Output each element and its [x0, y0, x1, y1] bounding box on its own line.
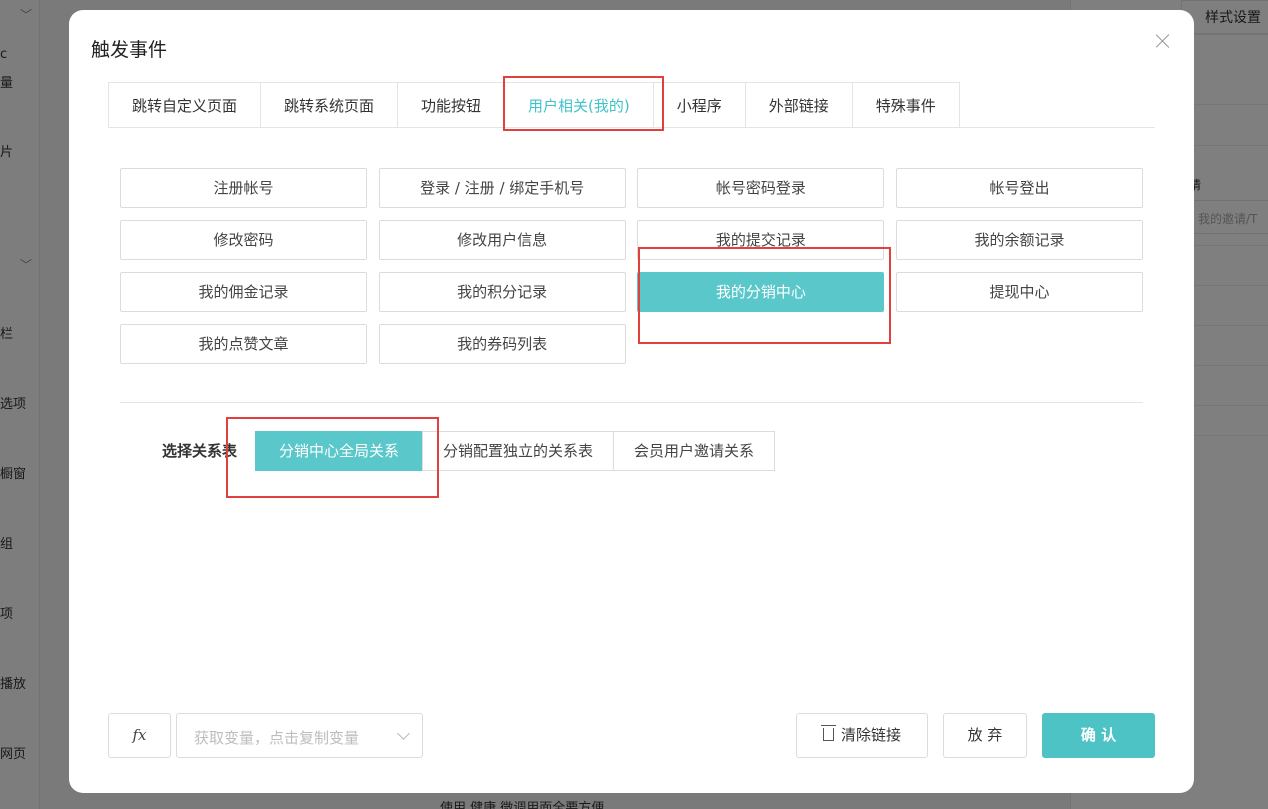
- user-action-options: 注册帐号 登录 / 注册 / 绑定手机号 帐号密码登录 帐号登出 修改密码 修改…: [120, 168, 1144, 364]
- option-my-submissions[interactable]: 我的提交记录: [637, 220, 885, 260]
- trash-icon: [820, 725, 836, 741]
- tab-function-button[interactable]: 功能按钮: [397, 82, 505, 128]
- option-edit-user-info[interactable]: 修改用户信息: [378, 220, 626, 260]
- variable-select-placeholder: 获取变量，点击复制变量: [194, 729, 360, 747]
- option-my-balance[interactable]: 我的余额记录: [896, 220, 1144, 260]
- variable-select[interactable]: 获取变量，点击复制变量: [176, 713, 423, 758]
- tabs-divider: [108, 127, 1155, 128]
- option-withdraw-center[interactable]: 提现中心: [896, 272, 1144, 312]
- dialog-title: 触发事件: [91, 39, 168, 61]
- option-change-password[interactable]: 修改密码: [120, 220, 367, 260]
- relation-independent-button[interactable]: 分销配置独立的关系表: [422, 431, 614, 471]
- option-register[interactable]: 注册帐号: [120, 168, 367, 208]
- chevron-down-icon: [397, 727, 410, 740]
- option-my-liked-articles[interactable]: 我的点赞文章: [120, 324, 367, 364]
- option-my-distribution-center[interactable]: 我的分销中心: [637, 272, 885, 312]
- cancel-button[interactable]: 放 弃: [943, 713, 1027, 758]
- option-login-register-bind-phone[interactable]: 登录 / 注册 / 绑定手机号: [378, 168, 626, 208]
- event-type-tabs: 跳转自定义页面 跳转系统页面 功能按钮 用户相关(我的) 小程序 外部链接 特殊…: [108, 82, 960, 128]
- clear-link-button[interactable]: 清除链接: [796, 713, 928, 758]
- relation-member-invite-button[interactable]: 会员用户邀请关系: [613, 431, 776, 471]
- option-my-commission[interactable]: 我的佣金记录: [120, 272, 367, 312]
- relation-global-button[interactable]: 分销中心全局关系: [255, 431, 423, 471]
- section-divider: [120, 402, 1143, 403]
- option-logout[interactable]: 帐号登出: [896, 168, 1144, 208]
- option-my-coupon-codes[interactable]: 我的券码列表: [378, 324, 626, 364]
- trigger-event-dialog: 触发事件 跳转自定义页面 跳转系统页面 功能按钮 用户相关(我的) 小程序 外部…: [69, 10, 1194, 793]
- clear-link-label: 清除链接: [840, 726, 901, 744]
- relation-table-label: 选择关系表: [162, 442, 238, 460]
- confirm-button[interactable]: 确 认: [1042, 713, 1155, 758]
- tab-external-link[interactable]: 外部链接: [744, 82, 852, 128]
- formula-button[interactable]: fx: [108, 713, 171, 758]
- relation-table-selector: 分销中心全局关系 分销配置独立的关系表 会员用户邀请关系: [255, 431, 776, 471]
- tab-custom-page[interactable]: 跳转自定义页面: [108, 82, 261, 128]
- option-my-points[interactable]: 我的积分记录: [378, 272, 626, 312]
- tab-mini-program[interactable]: 小程序: [652, 82, 745, 128]
- tab-system-page[interactable]: 跳转系统页面: [260, 82, 398, 128]
- option-password-login[interactable]: 帐号密码登录: [637, 168, 885, 208]
- tab-special-event[interactable]: 特殊事件: [851, 82, 960, 128]
- tab-user-related[interactable]: 用户相关(我的): [504, 82, 653, 128]
- close-icon[interactable]: [1154, 32, 1172, 50]
